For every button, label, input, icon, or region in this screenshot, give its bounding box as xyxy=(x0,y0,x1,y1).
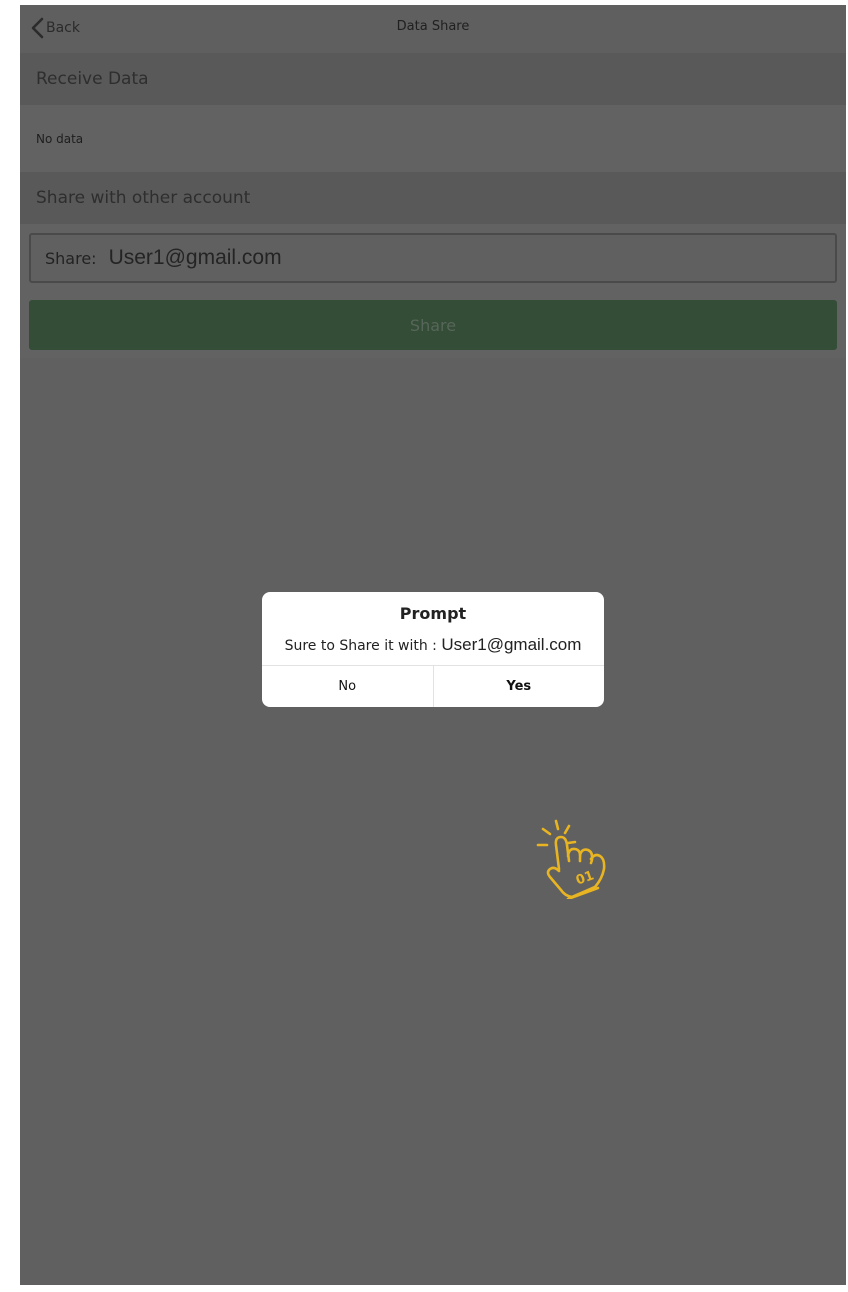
dialog-title: Prompt xyxy=(399,604,467,623)
yes-button[interactable]: Yes xyxy=(434,666,605,707)
share-email-input[interactable] xyxy=(108,246,749,270)
dialog-message-prefix: Sure to Share it with : xyxy=(284,638,442,654)
share-email-field[interactable]: Share: xyxy=(29,233,837,283)
no-button[interactable]: No xyxy=(262,666,434,707)
tap-hand-icon: 01 xyxy=(532,817,612,901)
receive-data-header: Receive Data xyxy=(20,53,846,105)
share-button[interactable]: Share xyxy=(29,300,837,350)
share-field-label: Share: xyxy=(45,248,97,268)
confirm-dialog: Prompt Sure to Share it with : User1@gma… xyxy=(262,592,604,707)
share-section-header: Share with other account xyxy=(20,172,846,224)
no-data-text: No data xyxy=(36,131,84,146)
tap-hand-label: 01 xyxy=(574,868,596,888)
dialog-message: Sure to Share it with : User1@gmail.com xyxy=(262,635,604,655)
navigation-bar: Back Data Share xyxy=(20,5,846,53)
app-screen: Back Data Share Receive Data No data Sha… xyxy=(20,5,846,1285)
page-title: Data Share xyxy=(396,19,470,34)
receive-data-empty-row: No data xyxy=(20,105,846,172)
dialog-message-email: User1@gmail.com xyxy=(441,635,582,654)
dialog-actions: No Yes xyxy=(262,665,604,707)
